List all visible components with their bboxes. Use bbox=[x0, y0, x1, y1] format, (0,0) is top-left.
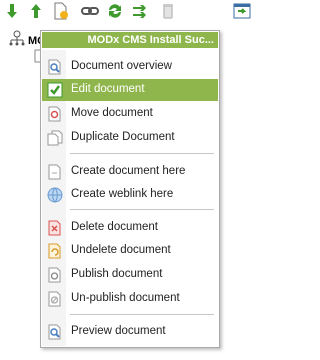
move-icon bbox=[47, 106, 63, 122]
menu-item-document-overview[interactable]: Document overview bbox=[42, 56, 218, 78]
menu-item-move-document[interactable]: Move document bbox=[42, 103, 218, 125]
duplicate-icon bbox=[47, 130, 63, 146]
menu-title: MODx CMS Install Suc... bbox=[42, 32, 218, 48]
trash-icon[interactable] bbox=[159, 2, 177, 20]
menu-item-label: Un-publish document bbox=[71, 292, 180, 304]
context-menu: MODx CMS Install Suc... Document overvie… bbox=[40, 30, 220, 348]
weblink-icon[interactable] bbox=[81, 2, 99, 20]
preview-icon bbox=[47, 324, 63, 340]
menu-item-edit-document[interactable]: Edit document bbox=[42, 79, 218, 101]
menu-item-publish-document[interactable]: Publish document bbox=[42, 264, 218, 286]
menu-item-label: Create weblink here bbox=[71, 188, 174, 200]
menu-separator bbox=[70, 209, 214, 210]
arrow-up-icon[interactable] bbox=[27, 2, 45, 20]
menu-item-label: Edit document bbox=[71, 83, 145, 95]
arrow-down-icon[interactable] bbox=[3, 2, 21, 20]
new-document-icon bbox=[47, 164, 63, 180]
unpublish-icon bbox=[47, 291, 63, 307]
checkmark-icon bbox=[47, 82, 63, 98]
menu-item-label: Delete document bbox=[71, 221, 158, 233]
magnifier-icon bbox=[47, 59, 63, 75]
menu-item-label: Duplicate Document bbox=[71, 131, 175, 143]
menu-item-label: Move document bbox=[71, 107, 153, 119]
publish-icon bbox=[47, 267, 63, 283]
menu-item-undelete-document[interactable]: Undelete document bbox=[42, 240, 218, 262]
menu-item-label: Publish document bbox=[71, 268, 163, 280]
globe-icon bbox=[47, 187, 63, 203]
menu-item-label: Document overview bbox=[71, 60, 172, 72]
new-document-icon[interactable] bbox=[51, 2, 69, 20]
menu-item-unpublish-document[interactable]: Un-publish document bbox=[42, 288, 218, 310]
menu-item-create-weblink-here[interactable]: Create weblink here bbox=[42, 184, 218, 206]
delete-icon bbox=[47, 220, 63, 236]
menu-item-label: Undelete document bbox=[71, 244, 171, 256]
menu-separator bbox=[70, 153, 214, 154]
menu-item-preview-document[interactable]: Preview document bbox=[42, 321, 218, 343]
menu-item-delete-document[interactable]: Delete document bbox=[42, 217, 218, 239]
window-icon[interactable] bbox=[233, 2, 251, 20]
sort-icon[interactable] bbox=[131, 2, 149, 20]
menu-item-duplicate-document[interactable]: Duplicate Document bbox=[42, 127, 218, 149]
site-root-icon[interactable] bbox=[8, 30, 26, 46]
refresh-icon[interactable] bbox=[106, 2, 124, 20]
menu-separator bbox=[70, 314, 214, 315]
menu-item-create-document-here[interactable]: Create document here bbox=[42, 161, 218, 183]
tree-toolbar bbox=[0, 0, 256, 24]
undelete-icon bbox=[47, 243, 63, 259]
menu-item-label: Preview document bbox=[71, 325, 166, 337]
menu-item-label: Create document here bbox=[71, 165, 186, 177]
